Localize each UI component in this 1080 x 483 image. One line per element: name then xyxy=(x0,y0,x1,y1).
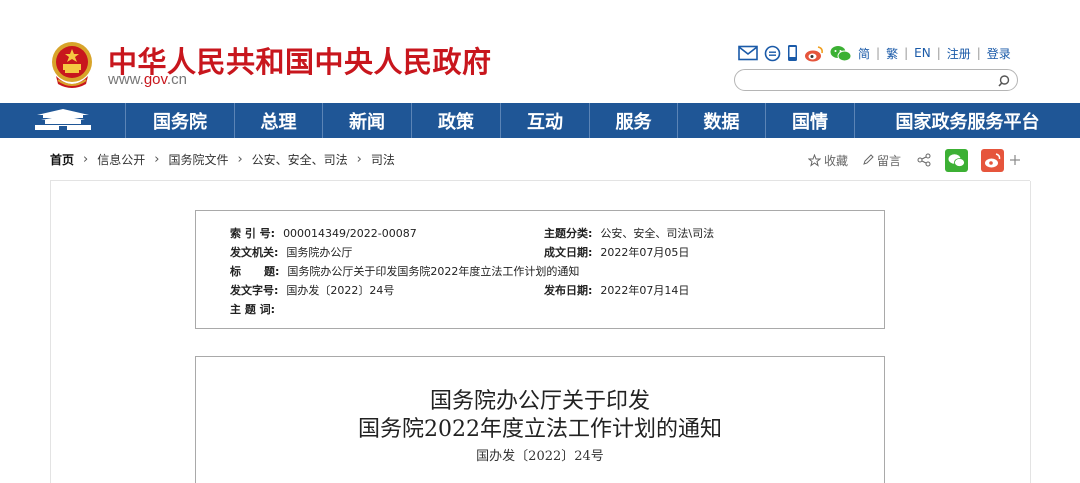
meta-row-index: 索 引 号: 000014349/2022-00087 xyxy=(230,225,417,241)
docno-value: 国办发〔2022〕24号 xyxy=(286,284,395,297)
divider: | xyxy=(936,46,941,60)
collect-button[interactable]: 收藏 xyxy=(824,152,848,169)
national-emblem-icon[interactable] xyxy=(50,40,94,90)
url-domain: gov xyxy=(143,71,167,88)
mail-icon[interactable] xyxy=(738,45,758,61)
meta-row-docno: 发文字号: 国办发〔2022〕24号 xyxy=(230,282,394,298)
nav-data[interactable]: 数据 xyxy=(677,103,765,138)
date-label: 成文日期: xyxy=(544,246,593,259)
url-suffix: .cn xyxy=(166,71,187,88)
message-icon[interactable] xyxy=(764,45,781,62)
meta-row-title: 标 题: 国务院办公厅关于印发国务院2022年度立法工作计划的通知 xyxy=(230,263,579,279)
divider: | xyxy=(976,46,981,60)
nav-services[interactable]: 服务 xyxy=(589,103,677,138)
pen-icon[interactable] xyxy=(862,154,874,166)
breadcrumb-judiciary[interactable]: 司法 xyxy=(371,151,395,168)
nav-home[interactable] xyxy=(0,103,125,138)
meta-row-subject: 主 题 词: xyxy=(230,301,283,317)
pubdate-label: 发布日期: xyxy=(544,284,593,297)
english-link[interactable]: EN xyxy=(914,46,931,60)
chevron-right-icon: › xyxy=(237,152,243,167)
mobile-icon[interactable] xyxy=(787,44,798,62)
index-value: 000014349/2022-00087 xyxy=(283,227,417,240)
nav-premier[interactable]: 总理 xyxy=(234,103,322,138)
nav-news[interactable]: 新闻 xyxy=(322,103,411,138)
url-prefix: www. xyxy=(108,71,144,88)
comment-button[interactable]: 留言 xyxy=(877,152,901,169)
subject-label: 主 题 词: xyxy=(230,303,276,316)
issuer-label: 发文机关: xyxy=(230,246,279,259)
nav-interaction[interactable]: 互动 xyxy=(500,103,589,138)
register-link[interactable]: 注册 xyxy=(947,45,971,62)
nav-policy[interactable]: 政策 xyxy=(411,103,500,138)
breadcrumb-public-security[interactable]: 公安、安全、司法 xyxy=(252,151,348,168)
meta-row-issuer: 发文机关: 国务院办公厅 xyxy=(230,244,352,260)
wechat-share-icon[interactable] xyxy=(945,148,969,172)
simplified-chinese-link[interactable]: 简 xyxy=(858,45,870,62)
weibo-share-icon[interactable] xyxy=(981,148,1005,172)
divider: | xyxy=(876,46,881,60)
meta-row-topic: 主题分类: 公安、安全、司法\司法 xyxy=(544,225,714,241)
share-icon[interactable] xyxy=(917,153,931,167)
breadcrumb-home[interactable]: 首页 xyxy=(50,151,74,168)
nav-state-council[interactable]: 国务院 xyxy=(125,103,234,138)
issuer-value: 国务院办公厅 xyxy=(286,246,353,259)
document-title-line2: 国务院2022年度立法工作计划的通知 xyxy=(358,417,722,442)
search-input[interactable] xyxy=(745,71,995,91)
title-label: 标 题: xyxy=(230,265,280,278)
meta-row-pubdate: 发布日期: 2022年07月14日 xyxy=(544,282,689,298)
search-box xyxy=(734,69,1018,91)
traditional-chinese-link[interactable]: 繁 xyxy=(886,45,898,62)
nav-gov-service-platform[interactable]: 国家政务服务平台 xyxy=(854,103,1080,138)
pubdate-value: 2022年07月14日 xyxy=(600,284,690,297)
docno-label: 发文字号: xyxy=(230,284,279,297)
top-links-bar: 简 | 繁 | EN | 注册 | 登录 xyxy=(738,42,1011,64)
date-value: 2022年07月05日 xyxy=(600,246,690,259)
chevron-right-icon: › xyxy=(154,152,160,167)
share-toolbar: 收藏 留言 xyxy=(808,147,1021,173)
nav-national-profile[interactable]: 国情 xyxy=(765,103,854,138)
wechat-icon[interactable] xyxy=(830,45,852,62)
chevron-right-icon: › xyxy=(356,152,362,167)
weibo-icon[interactable] xyxy=(804,45,824,62)
site-url[interactable]: www.gov.cn xyxy=(108,71,187,88)
index-label: 索 引 号: xyxy=(230,227,276,240)
document-number: 国办发〔2022〕24号 xyxy=(476,449,604,464)
main-nav: 国务院 总理 新闻 政策 互动 服务 数据 国情 国家政务服务平台 xyxy=(0,103,1080,138)
divider: | xyxy=(904,46,909,60)
site-header: 中华人民共和国中央人民政府 www.gov.cn 简 | 繁 | EN | 注册… xyxy=(0,0,1080,103)
star-icon[interactable] xyxy=(808,153,821,167)
chevron-right-icon: › xyxy=(83,152,89,167)
login-link[interactable]: 登录 xyxy=(987,45,1011,62)
breadcrumb-state-council-docs[interactable]: 国务院文件 xyxy=(168,151,228,168)
plus-icon[interactable] xyxy=(1010,155,1021,165)
breadcrumb-info-disclosure[interactable]: 信息公开 xyxy=(97,151,145,168)
topic-label: 主题分类: xyxy=(544,227,593,240)
topic-value: 公安、安全、司法\司法 xyxy=(600,227,715,240)
document-body: 国务院办公厅关于印发 国务院2022年度立法工作计划的通知 国办发〔2022〕2… xyxy=(195,356,885,483)
document-meta-table: 索 引 号: 000014349/2022-00087 主题分类: 公安、安全、司法… xyxy=(195,210,885,329)
tiananmen-icon xyxy=(33,106,93,136)
breadcrumb: 首页 › 信息公开 › 国务院文件 › 公安、安全、司法 › 司法 xyxy=(50,151,395,168)
meta-row-date: 成文日期: 2022年07月05日 xyxy=(544,244,689,260)
title-value: 国务院办公厅关于印发国务院2022年度立法工作计划的通知 xyxy=(287,265,580,278)
search-icon[interactable] xyxy=(997,73,1011,92)
